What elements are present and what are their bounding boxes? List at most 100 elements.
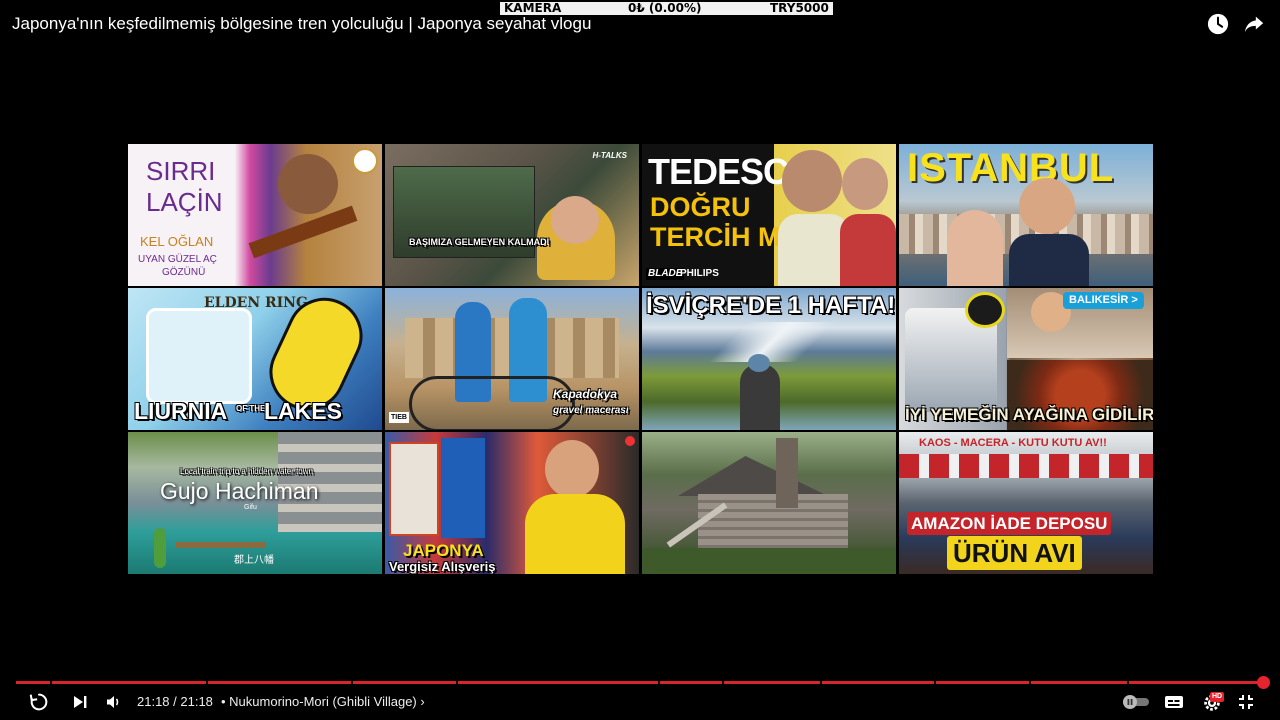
end-screen-video-8[interactable]: BALIKESİR > İYİ YEMEĞİN AYAĞINA GİDİLİR … <box>899 288 1153 430</box>
chapter-marker <box>934 681 936 684</box>
tile-text: Kapadokya <box>553 387 618 401</box>
exit-fullscreen-button[interactable] <box>1236 690 1256 714</box>
autoplay-toggle[interactable] <box>1120 690 1152 714</box>
progress-scrubber[interactable] <box>1257 676 1270 689</box>
thumbnail-sign <box>441 438 485 538</box>
chapter-title[interactable]: • Nukumorino-Mori (Ghibli Village) › <box>221 694 425 710</box>
chapter-marker <box>351 681 353 684</box>
thumbnail-shirt <box>840 214 896 286</box>
settings-button[interactable]: HD <box>1198 690 1226 714</box>
subtitles-button[interactable] <box>1163 690 1185 714</box>
subtitles-icon <box>1165 696 1183 708</box>
tile-text: İYİ YEMEĞİN AYAĞINA GİDİLİR #5 <box>905 405 1153 424</box>
tile-text: UYAN GÜZEL AÇ <box>138 254 217 265</box>
thumbnail-hiker <box>740 364 780 430</box>
tile-text: gravel macerası <box>553 405 629 416</box>
thumbnail-grass <box>642 548 896 574</box>
tile-text: JAPONYA <box>403 541 484 560</box>
share-button[interactable] <box>1242 12 1266 36</box>
thumbnail-person <box>947 210 1003 286</box>
replay-button[interactable] <box>26 690 52 714</box>
tile-text: BLADE <box>646 268 685 280</box>
thumbnail-roof <box>678 456 828 496</box>
time-display: 21:18 / 21:18 <box>137 694 213 709</box>
autoplay-toggle-icon <box>1123 695 1149 709</box>
share-arrow-icon <box>1244 16 1264 33</box>
tile-text: OF THE <box>236 404 266 413</box>
tile-text: 郡上八幡 <box>234 555 274 566</box>
end-screen-video-7[interactable]: İSVİÇRE'DE 1 HAFTA! <box>642 288 896 430</box>
watch-later-button[interactable] <box>1206 12 1230 36</box>
tile-text: Gifu <box>244 504 257 511</box>
chapter-marker <box>658 681 660 684</box>
next-icon <box>74 696 87 708</box>
hd-badge: HD <box>1210 692 1225 702</box>
thumbnail-person <box>782 150 842 212</box>
thumbnail-chimney <box>776 438 798 508</box>
thumbnail-shirt <box>525 494 625 574</box>
chapter-label: • Nukumorino-Mori (Ghibli Village) <box>221 694 417 709</box>
end-screen-video-12[interactable]: KAOS - MACERA - KUTU KUTU AV!! AMAZON İA… <box>899 432 1153 574</box>
ticker-value: TRY5000 <box>770 1 829 15</box>
end-screen-video-10[interactable]: JAPONYA Vergisiz Alışveriş <box>385 432 639 574</box>
chapter-marker <box>820 681 822 684</box>
video-title[interactable]: Japonya'nın keşfedilmemiş bölgesine tren… <box>12 14 591 34</box>
tile-text: TIEB <box>389 412 409 423</box>
tile-text: LAKES <box>264 398 342 424</box>
progress-bar[interactable] <box>16 681 1264 684</box>
thumbnail-sign <box>389 442 439 536</box>
channel-logo <box>352 148 378 174</box>
thumbnail-banner <box>899 454 1153 478</box>
exit-fullscreen-icon <box>1239 695 1253 709</box>
tile-text: DOĞRU <box>650 192 751 222</box>
tile-text: H-TALKS <box>592 151 627 160</box>
tile-text: LAÇİN <box>146 187 223 217</box>
end-screen-video-9[interactable]: Local train trip to a hidden water town … <box>128 432 382 574</box>
end-screen-video-6[interactable]: Kapadokya gravel macerası TIEB <box>385 288 639 430</box>
tile-text: İSVİÇRE'DE 1 HAFTA! <box>646 292 896 319</box>
chapter-marker <box>722 681 724 684</box>
thumbnail-person <box>545 440 599 498</box>
tile-text: GÖZÜNÜ <box>162 267 206 278</box>
chapter-marker <box>206 681 208 684</box>
tile-text: SIRRI <box>146 156 216 186</box>
volume-button[interactable] <box>104 690 124 714</box>
thumbnail-knight <box>146 308 252 404</box>
chapter-marker <box>50 681 52 684</box>
volume-icon <box>107 696 119 708</box>
tile-text: LIURNIA <box>134 398 228 424</box>
chapter-marker <box>1127 681 1129 684</box>
tile-text: KEL OĞLAN <box>140 234 214 249</box>
thumbnail-mountains <box>682 322 862 362</box>
tile-text: Vergisiz Alışveriş <box>389 559 496 574</box>
tile-text: BAŞIMIZA GELMEYEN KALMADI <box>409 237 550 247</box>
chapter-marker <box>456 681 458 684</box>
tile-text: KAOS - MACERA - KUTU KUTU AV!! <box>919 437 1107 449</box>
end-screen-video-2[interactable]: BAŞIMIZA GELMEYEN KALMADI H-TALKS <box>385 144 639 286</box>
thumbnail-person <box>842 158 888 210</box>
tile-text: PHILIPS <box>680 268 719 279</box>
thumbnail-hiker-cap <box>748 354 770 372</box>
tile-text: ÜRÜN AVI <box>947 536 1082 570</box>
ticker-change: 0₺ (0.00%) <box>628 1 702 15</box>
chapter-marker <box>1029 681 1031 684</box>
tile-text: BALIKESİR > <box>1063 292 1144 309</box>
flag-icon <box>625 436 635 446</box>
clock-icon <box>1207 13 1229 35</box>
thumbnail-person <box>154 528 166 568</box>
end-screen-video-3[interactable]: TEDESCO DOĞRU TERCİH Mİ? BLADE PHILIPS <box>642 144 896 286</box>
chevron-right-icon: › <box>420 694 425 709</box>
end-screen-video-11[interactable] <box>642 432 896 574</box>
end-screen-video-1[interactable]: SIRRI LAÇİN KEL OĞLAN UYAN GÜZEL AÇ GÖZÜ… <box>128 144 382 286</box>
thumbnail-face <box>551 196 599 244</box>
next-button[interactable] <box>70 690 90 714</box>
thumbnail-bridge <box>176 542 266 548</box>
tile-text: AMAZON İADE DEPOSU <box>907 512 1112 535</box>
tile-text: ISTANBUL <box>907 146 1115 190</box>
end-screen-video-4[interactable]: ISTANBUL <box>899 144 1153 286</box>
thumbnail-bikes <box>409 376 575 430</box>
thumbnail-shirt <box>1009 234 1089 286</box>
tile-text: Local train trip to a hidden water town <box>180 467 313 476</box>
end-screen-video-5[interactable]: ELDEN RING LIURNIA OF THE LAKES <box>128 288 382 430</box>
thumbnail-person <box>278 154 338 214</box>
